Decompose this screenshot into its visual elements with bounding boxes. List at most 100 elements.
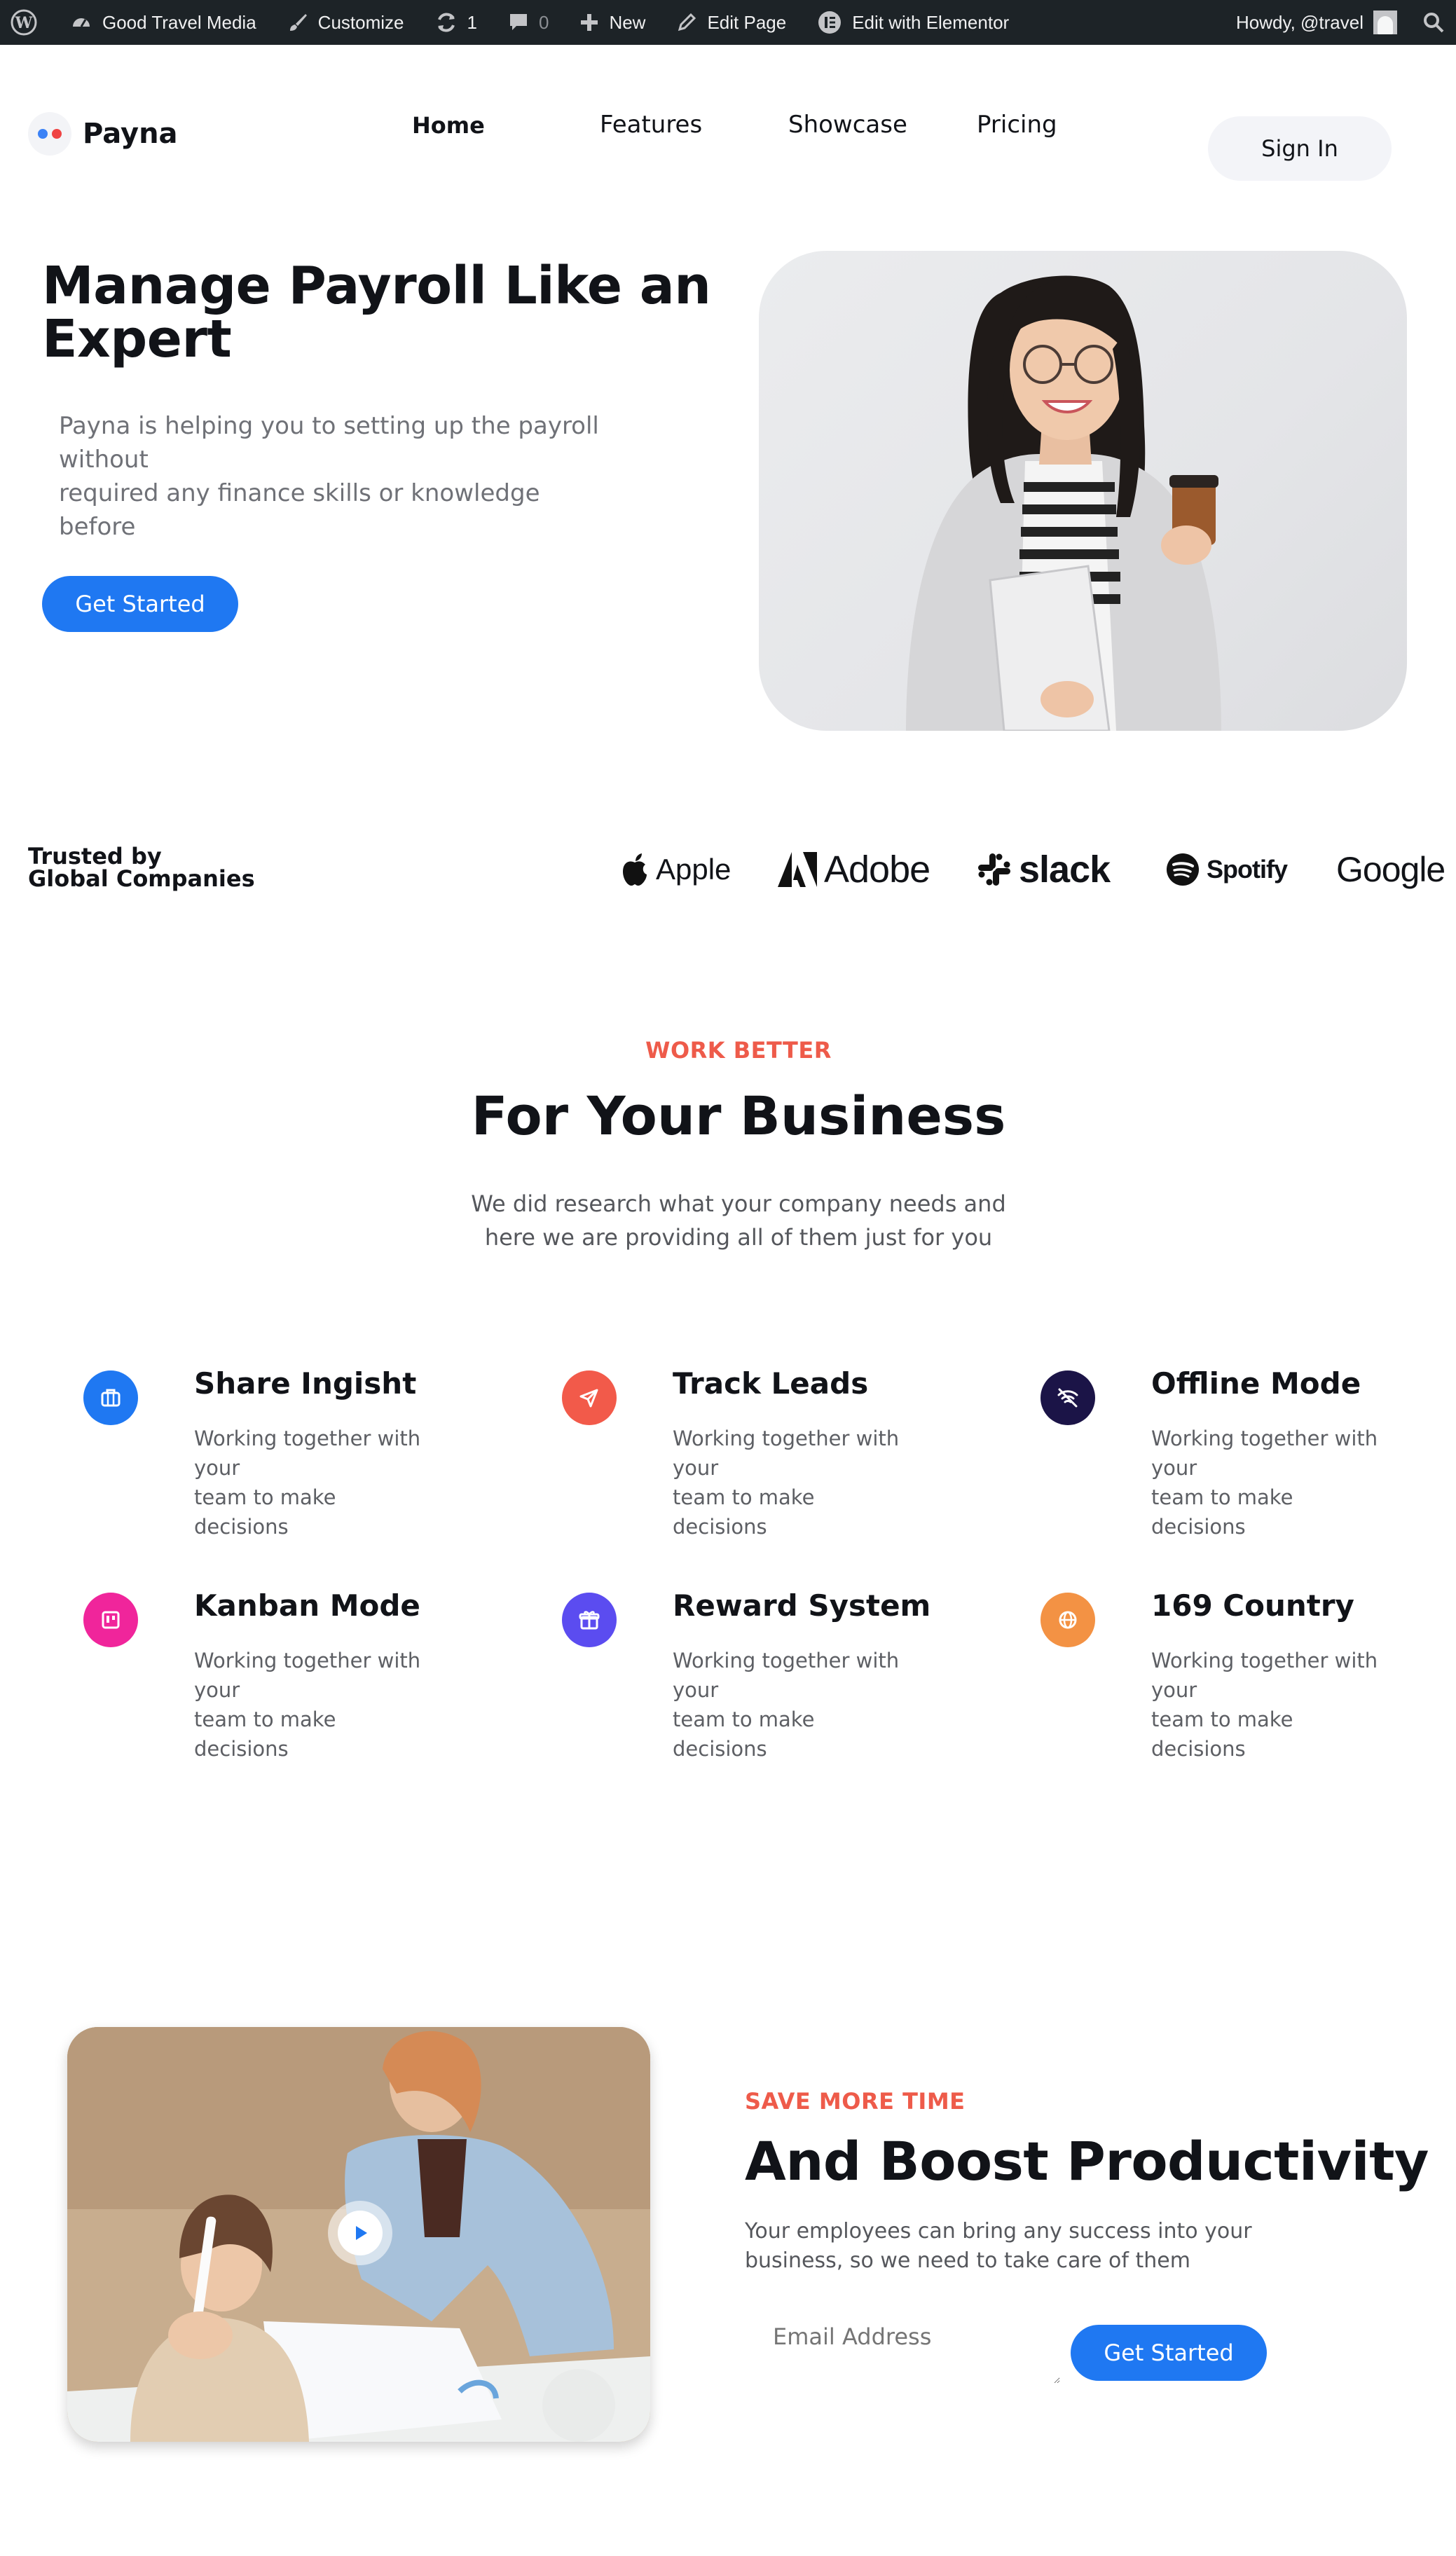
brand-name: Google — [1336, 850, 1445, 889]
nav-pricing[interactable]: Pricing — [977, 111, 1057, 139]
logo-text: Payna — [83, 118, 178, 150]
slack-logo-icon — [978, 853, 1010, 886]
save-time-description: Your employees can bring any success int… — [745, 2217, 1277, 2276]
get-started-button[interactable]: Get Started — [42, 576, 238, 632]
adobe-logo-icon — [778, 852, 817, 887]
edit-page-button[interactable]: Edit Page — [661, 0, 802, 45]
trusted-line: Trusted by — [28, 843, 162, 870]
feature-169-country: 169 Country Working together with your tea… — [1041, 1588, 1456, 1796]
site-name-label: Good Travel Media — [102, 11, 256, 33]
brush-icon — [289, 14, 307, 31]
svg-text:W: W — [15, 14, 33, 32]
howdy-label: Howdy, @travel — [1236, 11, 1364, 33]
feature-title: Reward System — [673, 1588, 931, 1623]
brand-adobe: Adobe — [778, 845, 930, 894]
edit-with-elementor-button[interactable]: Edit with Elementor — [802, 0, 1024, 45]
gift-icon — [562, 1593, 617, 1647]
search-icon — [1424, 13, 1444, 33]
logo-mark-icon — [28, 112, 71, 156]
dashboard-icon — [73, 18, 90, 27]
briefcase-icon — [83, 1370, 138, 1425]
customize-label: Customize — [317, 11, 404, 33]
brand-name: Apple — [656, 853, 732, 886]
play-video-button[interactable] — [328, 2201, 392, 2265]
save-time-title: And Boost Productivity — [745, 2130, 1429, 2192]
comment-icon — [509, 14, 527, 30]
feature-description: Working together with your team to make dec… — [194, 1649, 421, 1761]
elementor-icon — [818, 11, 842, 34]
hero-desc-line: without — [59, 446, 149, 474]
feature-title: Kanban Mode — [194, 1588, 420, 1623]
updates-button[interactable]: 1 — [420, 0, 493, 45]
send-icon — [562, 1370, 617, 1425]
wordpress-logo-button[interactable]: W — [0, 0, 55, 45]
feature-title: Share Ingisht — [194, 1366, 417, 1401]
account-menu[interactable]: Howdy, @travel — [1221, 0, 1413, 45]
hero-description: Payna is helping you to setting up the p… — [59, 409, 619, 544]
avatar — [1373, 11, 1397, 34]
save-time-eyebrow: SAVE MORE TIME — [745, 2088, 966, 2115]
wordpress-icon: W — [11, 9, 37, 36]
nav-features[interactable]: Features — [600, 111, 702, 139]
wb-desc-line: We did research what your company needs … — [471, 1190, 1006, 1217]
trusted-by-label: Trusted by Global Companies — [28, 845, 255, 890]
refresh-icon — [437, 13, 455, 32]
feature-title: 169 Country — [1151, 1588, 1354, 1623]
nav-showcase[interactable]: Showcase — [788, 111, 907, 139]
feature-kanban-mode: Kanban Mode Working together with your tea… — [83, 1588, 532, 1796]
kanban-icon — [83, 1593, 138, 1647]
hero-desc-line: required any finance skills or knowledge… — [59, 479, 540, 541]
nav-home[interactable]: Home — [412, 112, 485, 139]
brand-slack: slack — [977, 845, 1111, 894]
brand-name: Adobe — [824, 848, 930, 891]
smt-desc-line: business, so we need to take care of the… — [745, 2248, 1190, 2273]
comments-count: 0 — [538, 11, 549, 33]
sign-in-button[interactable]: Sign In — [1208, 116, 1392, 181]
hero-image — [759, 251, 1407, 731]
feature-title: Offline Mode — [1151, 1366, 1361, 1401]
work-better-description: We did research what your company needs … — [0, 1187, 1456, 1254]
work-better-title: For Your Business — [471, 1085, 1006, 1147]
customize-button[interactable]: Customize — [272, 0, 420, 45]
wifi-off-icon — [1041, 1370, 1095, 1425]
wb-desc-line: here we are providing all of them just f… — [484, 1224, 993, 1251]
brand-apple: Apple — [621, 845, 731, 894]
elementor-label: Edit with Elementor — [852, 11, 1010, 33]
wp-admin-bar: W Good Travel Media Customize 1 0 New Ed… — [0, 0, 1456, 45]
feature-reward-system: Reward System Working together with your t… — [562, 1588, 1010, 1796]
businesswoman-illustration — [906, 275, 1221, 731]
smt-desc-line: Your employees can bring any success int… — [745, 2219, 1252, 2244]
feature-share-insight: Share Ingisht Working together with your t… — [83, 1366, 532, 1574]
feature-description: Working together with your team to make dec… — [194, 1427, 421, 1539]
email-address-input[interactable] — [745, 2325, 1060, 2384]
get-started-button-bottom[interactable]: Get Started — [1071, 2325, 1267, 2381]
feature-title: Track Leads — [673, 1366, 869, 1401]
hero-desc-line: Payna is helping you to setting up the p… — [59, 412, 599, 440]
updates-count: 1 — [467, 11, 477, 33]
feature-description: Working together with your team to make dec… — [673, 1649, 900, 1761]
admin-search-button[interactable] — [1413, 0, 1456, 45]
new-label: New — [609, 11, 646, 33]
trusted-line: Global Companies — [28, 865, 255, 892]
brand-spotify: Spotify — [1166, 845, 1288, 894]
brand-google: Google — [1336, 845, 1445, 894]
brand-name: slack — [1019, 848, 1111, 891]
feature-description: Working together with your team to make dec… — [1151, 1649, 1378, 1761]
comments-button[interactable]: 0 — [493, 0, 564, 45]
site-logo[interactable]: Payna — [28, 112, 178, 156]
brand-name: Spotify — [1207, 855, 1288, 884]
spotify-logo-icon — [1167, 853, 1199, 886]
work-better-eyebrow: WORK BETTER — [645, 1037, 832, 1064]
new-content-button[interactable]: New — [564, 0, 661, 45]
play-icon — [356, 2226, 367, 2240]
edit-page-label: Edit Page — [707, 11, 787, 33]
site-name-menu[interactable]: Good Travel Media — [55, 0, 272, 45]
feature-description: Working together with your team to make dec… — [673, 1427, 900, 1539]
apple-logo-icon — [623, 853, 647, 886]
feature-track-leads: Track Leads Working together with your tea… — [562, 1366, 1010, 1574]
feature-offline-mode: Offline Mode Working together with your te… — [1041, 1366, 1456, 1574]
feature-description: Working together with your team to make dec… — [1151, 1427, 1378, 1539]
globe-icon — [1041, 1593, 1095, 1647]
pencil-icon — [678, 13, 696, 32]
hero-title: Manage Payroll Like an Expert — [42, 256, 711, 369]
